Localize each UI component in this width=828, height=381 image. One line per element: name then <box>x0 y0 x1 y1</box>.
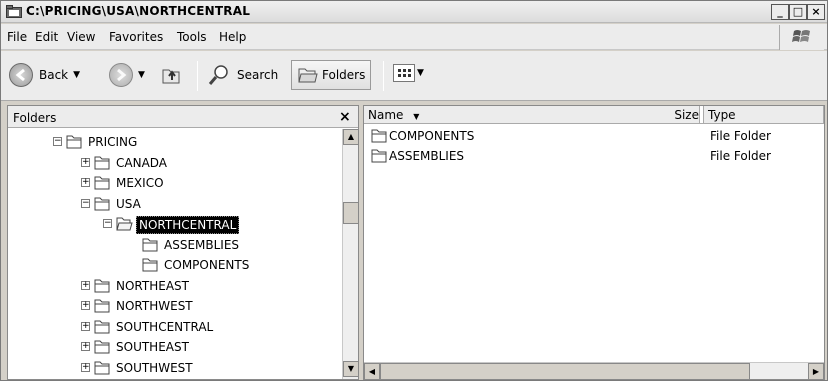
collapse-icon[interactable]: − <box>103 219 112 228</box>
back-dropdown-icon[interactable]: ▼ <box>73 70 80 80</box>
vertical-scrollbar[interactable]: ▲ ▼ <box>342 129 359 379</box>
folders-panel-header: Folders × <box>8 106 358 128</box>
search-button[interactable]: Search <box>207 59 278 91</box>
views-button[interactable]: ▼ <box>393 64 424 82</box>
forward-dropdown-icon[interactable]: ▼ <box>138 70 145 80</box>
expand-icon[interactable]: + <box>81 342 90 351</box>
menu-view[interactable]: View <box>67 30 95 44</box>
windows-logo-box <box>779 25 824 50</box>
tree-node-label[interactable]: NORTHWEST <box>114 298 195 314</box>
column-name-label: Name <box>368 108 404 122</box>
close-panel-icon[interactable]: × <box>339 109 351 125</box>
column-type-label: Type <box>708 108 736 122</box>
sort-descending-icon: ▼ <box>413 112 420 121</box>
folder-icon <box>142 258 159 275</box>
views-dropdown-icon[interactable]: ▼ <box>417 68 424 78</box>
folder-tree: − PRICING + CANADA + MEXICO − USA − NORTHCENTRAL A… <box>8 129 342 379</box>
tree-node-label[interactable]: COMPONENTS <box>162 257 251 273</box>
up-folder-icon <box>162 69 180 84</box>
minimize-button[interactable]: _ <box>771 4 789 20</box>
column-type[interactable]: Type <box>704 106 824 124</box>
tree-node-label[interactable]: USA <box>114 196 143 212</box>
maximize-button[interactable]: □ <box>789 4 807 20</box>
folder-icon <box>94 156 111 173</box>
menu-edit[interactable]: Edit <box>35 30 58 44</box>
back-arrow-icon <box>9 63 33 87</box>
item-name: COMPONENTS <box>389 129 475 143</box>
title-bar[interactable]: C:\PRICING\USA\NORTHCENTRAL _ □ × <box>1 1 827 23</box>
folder-icon <box>66 135 83 152</box>
folder-icon <box>142 238 159 255</box>
expand-icon[interactable]: + <box>81 362 90 372</box>
folders-panel: Folders × − PRICING + CANADA + MEXICO − USA − NOR… <box>7 105 359 380</box>
collapse-icon[interactable]: − <box>53 137 62 146</box>
item-name: ASSEMBLIES <box>389 149 465 163</box>
back-button[interactable]: Back ▼ <box>9 59 80 91</box>
scroll-right-icon[interactable]: ▶ <box>808 363 824 380</box>
tree-node-label[interactable]: SOUTHEAST <box>114 339 191 355</box>
folder-icon <box>94 340 111 357</box>
file-list: Name ▼ Size Type COMPONENTS File Folder AS… <box>363 105 825 380</box>
tree-node-label[interactable]: NORTHCENTRAL <box>136 216 240 234</box>
folders-icon <box>298 68 318 83</box>
collapse-icon[interactable]: − <box>81 198 90 208</box>
expand-icon[interactable]: + <box>81 301 90 310</box>
tree-node-label[interactable]: ASSEMBLIES <box>162 237 241 253</box>
toolbar-separator <box>197 61 198 91</box>
tree-node-label[interactable]: MEXICO <box>114 175 166 191</box>
windows-flag-icon <box>792 30 810 42</box>
scroll-up-icon[interactable]: ▲ <box>343 129 359 145</box>
folder-window-icon <box>6 5 22 18</box>
tree-node-label[interactable]: PRICING <box>86 134 139 150</box>
search-label: Search <box>237 68 279 82</box>
forward-arrow-icon <box>109 63 133 87</box>
item-type: File Folder <box>710 149 771 163</box>
list-item[interactable]: COMPONENTS File Folder <box>364 126 824 146</box>
scroll-down-icon[interactable]: ▼ <box>343 361 359 377</box>
back-label: Back <box>39 68 69 82</box>
folder-icon <box>94 176 111 193</box>
expand-icon[interactable]: + <box>81 178 90 187</box>
folders-panel-title: Folders <box>13 111 57 125</box>
menu-tools[interactable]: Tools <box>177 30 207 44</box>
menu-favorites[interactable]: Favorites <box>109 30 163 44</box>
horizontal-scrollbar[interactable]: ◀ ▶ <box>364 362 824 380</box>
folder-icon <box>94 197 111 214</box>
close-button[interactable]: × <box>807 4 825 20</box>
tree-node-label[interactable]: NORTHEAST <box>114 278 191 294</box>
horizontal-scroll-thumb[interactable] <box>380 363 750 380</box>
folder-icon <box>94 279 111 296</box>
folders-label: Folders <box>322 68 366 82</box>
expand-icon[interactable]: + <box>81 280 90 290</box>
tree-node-label[interactable]: SOUTHCENTRAL <box>114 319 215 335</box>
folder-icon <box>371 129 388 146</box>
search-icon <box>208 65 228 85</box>
toolbar-separator <box>383 61 384 91</box>
toolbar: Back ▼ ▼ Search Folders ▼ <box>1 51 827 101</box>
tree-node-label[interactable]: SOUTHWEST <box>114 360 195 376</box>
up-folder-button[interactable] <box>161 59 183 91</box>
folder-icon <box>371 149 388 166</box>
tree-node-label[interactable]: CANADA <box>114 155 169 171</box>
folder-icon <box>94 361 111 378</box>
menu-help[interactable]: Help <box>219 30 246 44</box>
column-name[interactable]: Name ▼ <box>364 106 700 124</box>
expand-icon[interactable]: + <box>81 157 90 167</box>
window-title: C:\PRICING\USA\NORTHCENTRAL <box>26 4 251 18</box>
scroll-thumb[interactable] <box>343 202 359 224</box>
menu-file[interactable]: File <box>7 30 27 44</box>
list-item[interactable]: ASSEMBLIES File Folder <box>364 146 824 166</box>
forward-button[interactable]: ▼ <box>109 59 145 91</box>
folder-icon <box>94 299 111 316</box>
folders-button[interactable]: Folders <box>291 60 371 90</box>
folder-icon <box>94 320 111 337</box>
item-type: File Folder <box>710 129 771 143</box>
scroll-left-icon[interactable]: ◀ <box>364 363 380 380</box>
explorer-window: C:\PRICING\USA\NORTHCENTRAL _ □ × File E… <box>0 0 828 381</box>
views-grid-icon <box>393 64 415 82</box>
menu-bar: File Edit View Favorites Tools Help <box>1 24 827 50</box>
open-folder-icon <box>116 217 133 234</box>
expand-icon[interactable]: + <box>81 321 90 331</box>
